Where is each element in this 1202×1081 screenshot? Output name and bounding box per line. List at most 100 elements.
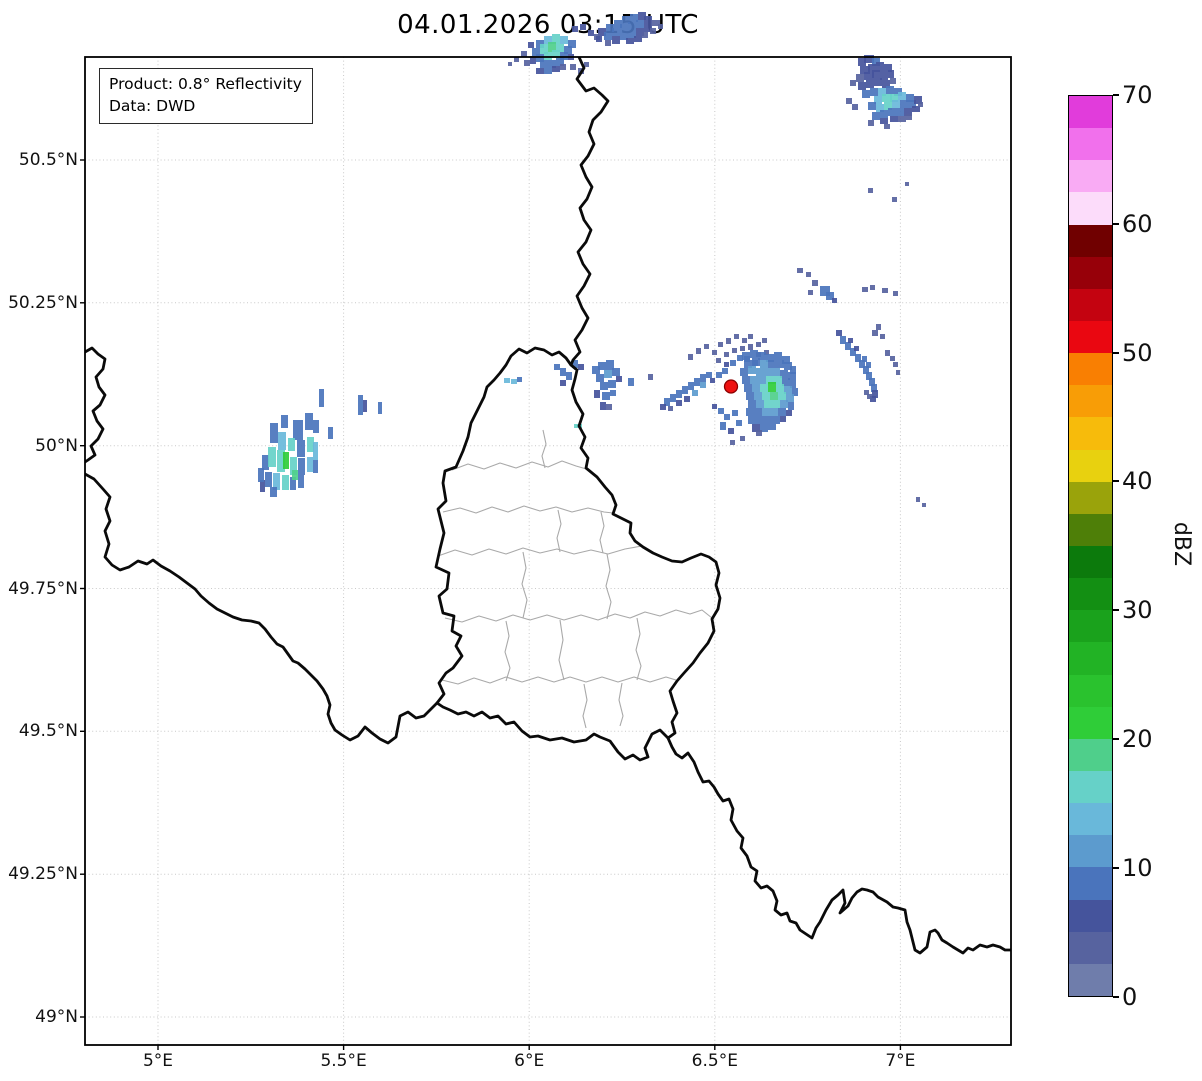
radar-echo-cell <box>885 350 890 356</box>
radar-echo-cell <box>363 400 367 412</box>
radar-figure: 04.01.2026 03:15 UTC Product: 0.8° Refle… <box>0 0 1202 1081</box>
radar-echo-cell <box>882 288 888 293</box>
radar-echo-cell <box>600 402 606 410</box>
radar-echo-cell <box>265 472 272 487</box>
radar-echo-cell <box>893 291 898 296</box>
radar-echo-cell <box>778 392 786 400</box>
radar-echo-cell <box>884 124 890 129</box>
radar-echo-cell <box>313 442 318 460</box>
radar-echo-cell <box>726 338 731 344</box>
colorbar-segment <box>1069 706 1112 739</box>
radar-echo-cell <box>634 36 642 42</box>
radar-echo-cell <box>642 32 648 38</box>
map-svg <box>80 12 1012 1050</box>
radar-echo-cell <box>626 38 634 44</box>
colorbar-segment <box>1069 288 1112 321</box>
radar-echo-cell <box>612 28 620 36</box>
radar-echo-cell <box>511 379 517 384</box>
radar-echo-cell <box>862 90 870 98</box>
radar-echo-cell <box>756 368 764 376</box>
x-tick-label: 7°E <box>885 1051 916 1071</box>
radar-echo-cell <box>636 20 644 28</box>
radar-echo-cell <box>760 384 768 392</box>
radar-echo-cell <box>890 116 898 122</box>
radar-echo-cell <box>906 114 912 120</box>
radar-echo-cell <box>616 376 622 382</box>
radar-echo-cell <box>328 427 333 439</box>
radar-echo-cell <box>554 364 560 370</box>
radar-echo-cell <box>876 324 881 330</box>
colorbar-segment <box>1069 449 1112 482</box>
colorbar-segment <box>1069 835 1112 868</box>
radar-echo-cell <box>866 362 871 368</box>
radar-echo-cell <box>770 392 778 400</box>
colorbar-segment <box>1069 481 1112 514</box>
colorbar-segment <box>1069 770 1112 804</box>
radar-echo-cell <box>524 60 530 66</box>
radar-echo-cell <box>772 400 780 408</box>
radar-echo-cell <box>684 396 690 402</box>
colorbar-segment <box>1069 674 1112 707</box>
colorbar-tickmark <box>1113 866 1119 869</box>
canton-borders-layer <box>437 429 713 729</box>
radar-echo-cell <box>282 475 289 490</box>
radar-echo-cell <box>734 334 739 339</box>
radar-echo-cell <box>762 408 770 416</box>
radar-echo-cell <box>704 344 709 349</box>
radar-echo-cell <box>880 118 888 124</box>
radar-echo-cell <box>313 460 318 473</box>
radar-echo-cell <box>752 358 760 366</box>
radar-echo-cell <box>764 416 772 424</box>
radar-echo-cell <box>832 298 837 303</box>
radar-echo-cell <box>768 382 776 392</box>
y-tick-label: 49.25°N <box>8 864 78 885</box>
radar-echo-cell <box>606 404 612 410</box>
radar-echo-cell <box>754 392 762 400</box>
canton-border <box>556 509 562 553</box>
radar-echo-cell <box>770 408 778 416</box>
colorbar-tickmark <box>1113 609 1119 612</box>
radar-echo-cell <box>716 358 721 363</box>
colorbar-tickmark <box>1113 222 1119 225</box>
radar-echo-cell <box>772 368 780 376</box>
radar-echo-cell <box>898 92 906 100</box>
radar-echo-cell <box>718 342 723 347</box>
colorbar-segment <box>1069 578 1112 611</box>
x-tick-label: 5°E <box>142 1051 174 1071</box>
radar-echo-cell <box>900 100 908 108</box>
radar-echo-cell <box>604 370 612 378</box>
radar-echo-cell <box>758 376 766 384</box>
radar-echo-cell <box>692 390 698 396</box>
radar-echo-cell <box>728 428 734 434</box>
radar-echo-cell <box>880 334 885 339</box>
radar-echo-cell <box>742 376 750 384</box>
radar-echo-cell <box>836 330 842 336</box>
radar-echo-cell <box>676 400 682 406</box>
colorbar-segment <box>1069 899 1112 932</box>
radar-echo-cell <box>756 342 761 347</box>
radar-echo-cell <box>560 36 568 44</box>
radar-echo-cell <box>905 182 909 186</box>
radar-echo-cell <box>886 86 894 94</box>
colorbar-segment <box>1069 256 1112 289</box>
radar-echo-cell <box>293 420 303 440</box>
y-tick-label: 50.5°N <box>18 150 78 170</box>
radar-echo-cell <box>544 52 552 60</box>
x-tick-label: 5.5°E <box>320 1051 367 1071</box>
colorbar-tick-label: 0 <box>1122 982 1138 1011</box>
colorbar-segment <box>1069 192 1112 225</box>
radar-echo-cell <box>517 377 522 382</box>
radar-echo-cell <box>748 334 753 339</box>
data-source-line: Data: DWD <box>109 96 196 115</box>
radar-echo-cell <box>752 384 760 392</box>
radar-echo-cell <box>760 360 768 368</box>
radar-echo-cell <box>774 352 782 360</box>
colorbar-segment <box>1069 867 1112 900</box>
radar-echo-cell <box>605 40 611 46</box>
colorbar-segment <box>1069 224 1112 257</box>
radar-echo-cell <box>736 420 742 426</box>
radar-echo-cell <box>874 78 882 86</box>
colorbar-segment <box>1069 417 1112 450</box>
radar-echo-layer <box>258 12 926 507</box>
radar-echo-cell <box>696 348 701 354</box>
